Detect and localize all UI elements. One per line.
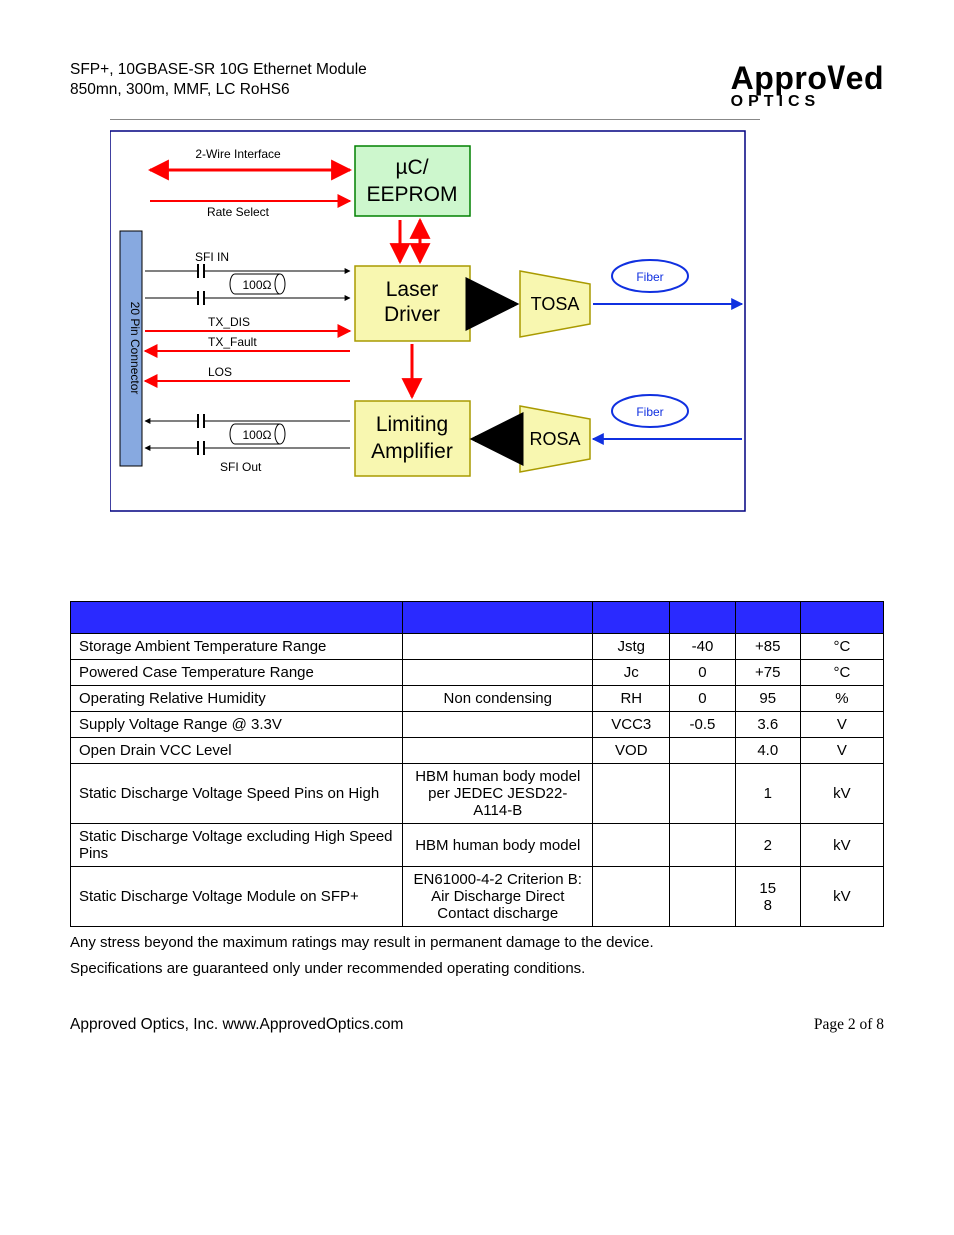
svg-text:100Ω: 100Ω — [243, 278, 272, 292]
cell-sym — [593, 764, 670, 824]
cell-min: 0 — [670, 686, 735, 712]
cell-cond: Non condensing — [403, 686, 593, 712]
cell-param: Static Discharge Voltage Speed Pins on H… — [71, 764, 403, 824]
cell-sym: Jc — [593, 660, 670, 686]
header-line1: SFP+, 10GBASE-SR 10G Ethernet Module — [70, 61, 367, 78]
page: SFP+, 10GBASE-SR 10G Ethernet Module 850… — [0, 0, 954, 1074]
cell-unit: V — [800, 712, 883, 738]
cell-max: 4.0 — [735, 738, 800, 764]
cell-min — [670, 738, 735, 764]
svg-text:2-Wire Interface: 2-Wire Interface — [195, 147, 281, 161]
cell-max: +75 — [735, 660, 800, 686]
cell-min — [670, 764, 735, 824]
svg-text:Fiber: Fiber — [636, 405, 663, 419]
cell-param: Operating Relative Humidity — [71, 686, 403, 712]
cell-unit: kV — [800, 867, 883, 927]
svg-text:Amplifier: Amplifier — [371, 440, 453, 463]
cell-unit: % — [800, 686, 883, 712]
cell-unit: °C — [800, 660, 883, 686]
table-row: Static Discharge Voltage excluding High … — [71, 824, 884, 867]
table-row: Powered Case Temperature Range Jc0+75°C — [71, 660, 884, 686]
svg-text:100Ω: 100Ω — [243, 428, 272, 442]
svg-text:Laser: Laser — [386, 278, 439, 301]
table-header-row — [71, 602, 884, 634]
cell-max: 2 — [735, 824, 800, 867]
table-row: Open Drain VCC Level VOD 4.0V — [71, 738, 884, 764]
cell-min: -0.5 — [670, 712, 735, 738]
svg-text:TX_DIS: TX_DIS — [208, 315, 250, 329]
svg-text:SFI Out: SFI Out — [220, 460, 262, 474]
cell-cond — [403, 738, 593, 764]
footer-page: Page 2 of 8 — [814, 1016, 884, 1034]
cell-max: 1 — [735, 764, 800, 824]
table-row: Static Discharge Voltage Speed Pins on H… — [71, 764, 884, 824]
cell-param: Open Drain VCC Level — [71, 738, 403, 764]
note-line1: Any stress beyond the maximum ratings ma… — [70, 933, 884, 953]
footer: Approved Optics, Inc. www.ApprovedOptics… — [70, 1016, 884, 1034]
cell-unit: °C — [800, 634, 883, 660]
header-line2: 850mn, 300m, MMF, LC RoHS6 — [70, 81, 290, 98]
cell-sym: Jstg — [593, 634, 670, 660]
cell-sym — [593, 824, 670, 867]
cell-cond: EN61000-4-2 Criterion B: Air Discharge D… — [403, 867, 593, 927]
ratings-table: Storage Ambient Temperature Range Jstg-40… — [70, 601, 884, 927]
cell-param: Static Discharge Voltage Module on SFP+ — [71, 867, 403, 927]
cell-min — [670, 824, 735, 867]
svg-text:Driver: Driver — [384, 303, 440, 326]
header-text: SFP+, 10GBASE-SR 10G Ethernet Module 850… — [70, 60, 367, 100]
svg-text:TOSA: TOSA — [531, 294, 580, 314]
svg-text:EEPROM: EEPROM — [366, 183, 457, 206]
cell-unit: kV — [800, 824, 883, 867]
connector-label: 20 Pin Connector — [128, 302, 142, 395]
note-line2: Specifications are guaranteed only under… — [70, 959, 884, 979]
cell-max: 95 — [735, 686, 800, 712]
table-row: Supply Voltage Range @ 3.3V VCC3-0.53.6V — [71, 712, 884, 738]
svg-text:TX_Fault: TX_Fault — [208, 335, 257, 349]
cell-param: Storage Ambient Temperature Range — [71, 634, 403, 660]
cell-unit: kV — [800, 764, 883, 824]
cell-cond — [403, 712, 593, 738]
svg-text:µC/: µC/ — [395, 156, 428, 179]
cell-cond: HBM human body model — [403, 824, 593, 867]
cell-param: Supply Voltage Range @ 3.3V — [71, 712, 403, 738]
svg-text:SFI IN: SFI IN — [195, 250, 229, 264]
logo-top: Approved — [731, 60, 884, 97]
cell-max: 3.6 — [735, 712, 800, 738]
cell-min: 0 — [670, 660, 735, 686]
cell-param: Powered Case Temperature Range — [71, 660, 403, 686]
svg-text:Limiting: Limiting — [376, 413, 448, 436]
cell-unit: V — [800, 738, 883, 764]
footer-left: Approved Optics, Inc. www.ApprovedOptics… — [70, 1016, 403, 1034]
cell-max: 158 — [735, 867, 800, 927]
svg-text:Fiber: Fiber — [636, 270, 663, 284]
svg-text:ROSA: ROSA — [529, 429, 580, 449]
cell-min — [670, 867, 735, 927]
svg-text:Rate Select: Rate Select — [207, 205, 270, 219]
cell-cond — [403, 634, 593, 660]
cell-sym: VCC3 — [593, 712, 670, 738]
divider — [110, 119, 760, 120]
cell-param: Static Discharge Voltage excluding High … — [71, 824, 403, 867]
cell-cond — [403, 660, 593, 686]
cell-max: +85 — [735, 634, 800, 660]
block-diagram: 20 Pin Connector µC/ EEPROM Laser Driver… — [110, 126, 884, 521]
cell-cond: HBM human body model per JEDEC JESD22-A1… — [403, 764, 593, 824]
svg-text:LOS: LOS — [208, 365, 232, 379]
cell-sym: RH — [593, 686, 670, 712]
table-row: Storage Ambient Temperature Range Jstg-40… — [71, 634, 884, 660]
logo: Approved OPTICS — [731, 60, 884, 111]
cell-sym — [593, 867, 670, 927]
table-row: Static Discharge Voltage Module on SFP+E… — [71, 867, 884, 927]
table-row: Operating Relative HumidityNon condensin… — [71, 686, 884, 712]
header: SFP+, 10GBASE-SR 10G Ethernet Module 850… — [70, 60, 884, 111]
cell-sym: VOD — [593, 738, 670, 764]
cell-min: -40 — [670, 634, 735, 660]
